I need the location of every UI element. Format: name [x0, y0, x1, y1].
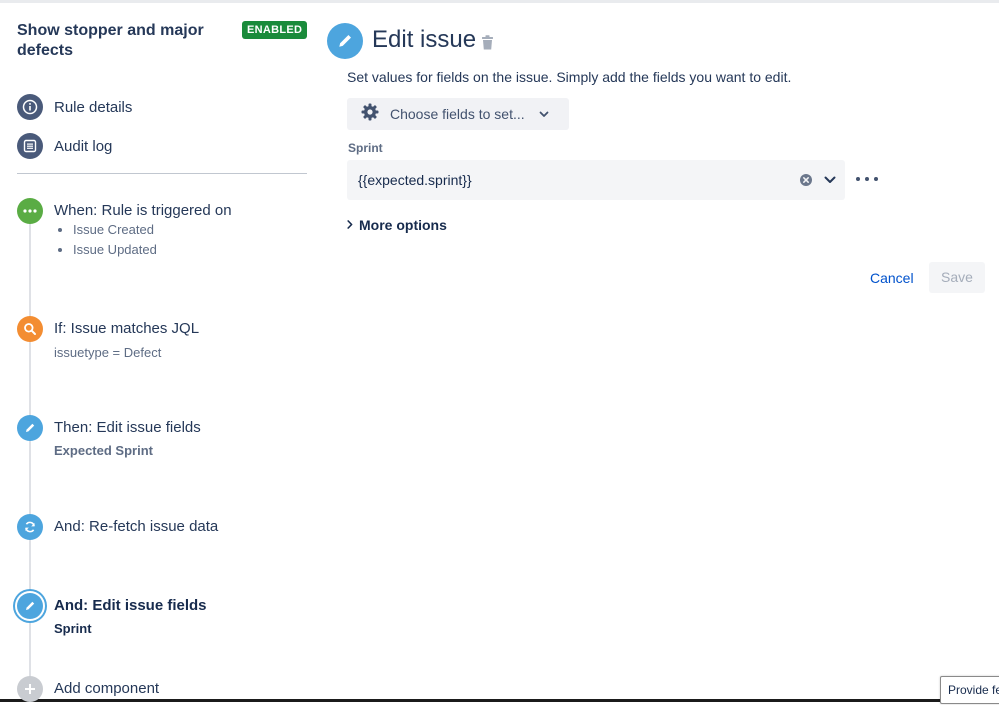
feedback-button[interactable]: Provide fe: [940, 676, 999, 704]
nav-rule-details-label: Rule details: [54, 98, 133, 116]
more-options-label: More options: [359, 217, 447, 233]
trash-icon[interactable]: [481, 35, 494, 55]
plus-icon: [17, 676, 43, 702]
choose-fields-button[interactable]: Choose fields to set...: [347, 98, 569, 130]
search-icon: [17, 316, 43, 342]
editor-description: Set values for fields on the issue. Simp…: [347, 69, 792, 85]
step-action-title: And: Re-fetch issue data: [54, 518, 219, 535]
step-action-field: Expected Sprint: [54, 443, 153, 458]
save-button[interactable]: Save: [929, 262, 985, 293]
pencil-icon: [17, 593, 43, 619]
refresh-icon: [17, 514, 43, 540]
trigger-event: Issue Updated: [73, 240, 157, 260]
choose-fields-label: Choose fields to set...: [390, 106, 525, 122]
info-icon: [17, 94, 43, 120]
sprint-field-value[interactable]: {{expected.sprint}}: [358, 172, 845, 188]
rule-title: Show stopper and major defects: [17, 22, 204, 59]
clear-icon[interactable]: [799, 173, 813, 192]
rule-sidebar: Show stopper and major defects ENABLED R…: [0, 3, 320, 705]
more-options-toggle[interactable]: More options: [347, 216, 447, 234]
steps-connector-line: [29, 223, 31, 693]
gear-icon: [360, 102, 380, 127]
divider: [17, 173, 307, 174]
status-badge: ENABLED: [242, 21, 308, 39]
trigger-event: Issue Created: [73, 220, 157, 240]
list-icon: [17, 133, 43, 159]
chevron-right-icon: [347, 216, 353, 234]
more-horizontal-icon: [17, 198, 43, 224]
step-action-title: Then: Edit issue fields: [54, 419, 201, 436]
step-action-title: And: Edit issue fields: [54, 597, 207, 614]
more-actions-icon[interactable]: [856, 172, 878, 186]
chevron-down-icon: [539, 105, 549, 123]
sprint-field-label: Sprint: [348, 141, 383, 155]
nav-audit-log-label: Audit log: [54, 137, 113, 155]
sprint-field[interactable]: {{expected.sprint}}: [347, 160, 845, 200]
nav-audit-log[interactable]: Audit log: [17, 133, 112, 159]
pencil-icon: [327, 23, 363, 59]
page-title: Edit issue: [372, 26, 477, 53]
cancel-button[interactable]: Cancel: [866, 263, 918, 293]
add-component-label: Add component: [54, 680, 160, 697]
step-condition-jql: issuetype = Defect: [54, 345, 162, 360]
step-trigger-title: When: Rule is triggered on: [54, 202, 232, 219]
nav-rule-details[interactable]: Rule details: [17, 94, 132, 120]
trigger-event-list: Issue Created Issue Updated: [54, 220, 157, 260]
step-action-field: Sprint: [54, 621, 92, 636]
pencil-icon: [17, 415, 43, 441]
chevron-down-icon[interactable]: [823, 173, 837, 192]
step-condition-title: If: Issue matches JQL: [54, 320, 200, 337]
